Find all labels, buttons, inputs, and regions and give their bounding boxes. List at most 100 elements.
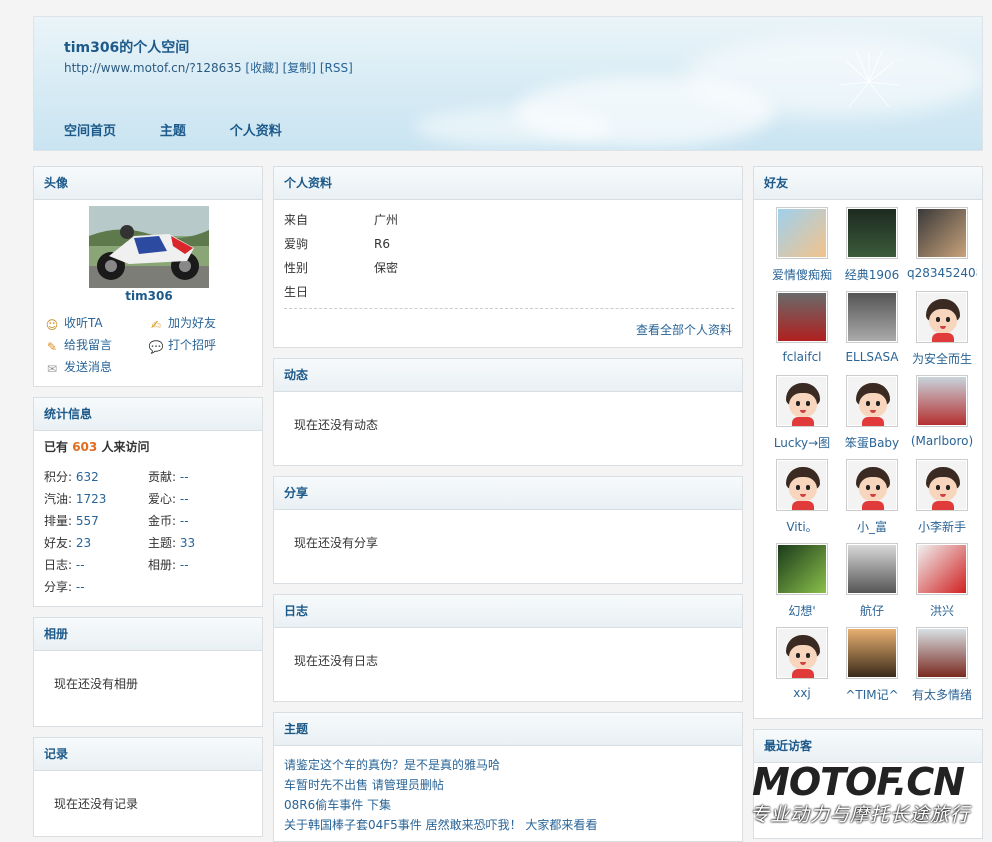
space-url-line: http://www.motof.cn/?128635 [收藏] [复制] [R… (64, 59, 353, 76)
stat-item: 分享: -- (44, 580, 85, 594)
thread-link[interactable]: 关于韩国棒子套04F5事件 居然敢来恐吓我！ 大家都来看看 (284, 816, 597, 833)
profile-row: 来自 广州 (284, 213, 399, 227)
copy-link[interactable]: [复制] (283, 61, 316, 75)
friend-name[interactable]: Lucky→图 (767, 434, 837, 451)
nav-profile[interactable]: 个人资料 (230, 124, 282, 139)
friend-item[interactable]: 洪兴 (907, 543, 977, 619)
friend-name[interactable]: 笨蛋Baby (837, 434, 907, 451)
friend-name[interactable]: 经典1906 (837, 266, 907, 283)
friend-name[interactable]: 有太多情绪 (907, 686, 977, 703)
send-message-button[interactable]: ✉ 发送消息 (44, 358, 112, 376)
rss-link[interactable]: [RSS] (320, 61, 353, 75)
stat-item: 相册: -- (148, 558, 189, 572)
avatar-name[interactable]: tim306 (34, 289, 264, 303)
feed-box: 动态 现在还没有动态 (273, 358, 743, 466)
friend-item[interactable]: 为安全而生 (907, 291, 977, 367)
friend-name[interactable]: xxj (767, 686, 837, 700)
thread-link[interactable]: 请鉴定这个车的真伪？是不是真的雅马哈 (284, 756, 500, 773)
speech-bubble-icon: 💬 (148, 340, 164, 354)
friend-item[interactable]: 有太多情绪 (907, 627, 977, 703)
friend-avatar[interactable] (846, 459, 898, 511)
friend-avatar[interactable] (776, 207, 828, 259)
friend-name[interactable]: 小_富 (837, 518, 907, 535)
thread-heading: 主题 (274, 713, 742, 746)
friend-avatar[interactable] (916, 627, 968, 679)
friend-item[interactable]: (Marlboro) (907, 375, 977, 448)
friend-avatar[interactable] (776, 459, 828, 511)
leave-message-button[interactable]: ✎ 给我留言 (44, 336, 112, 354)
profile-row: 生日 (284, 285, 309, 299)
friend-name[interactable]: ELLSASA (837, 350, 907, 364)
friend-item[interactable]: 笨蛋Baby (837, 375, 907, 451)
friend-name[interactable]: 爱情傻痴痴 (767, 266, 837, 283)
friend-name[interactable]: Viti。 (767, 518, 837, 535)
friend-item[interactable]: Viti。 (767, 459, 837, 535)
nav-home[interactable]: 空间首页 (64, 124, 116, 139)
friend-item[interactable]: ^TIM记^ (837, 627, 907, 703)
friend-name[interactable]: fclaifcl (767, 350, 837, 364)
greet-button[interactable]: 💬 打个招呼 (148, 336, 217, 354)
add-friend-button[interactable]: ✍ 加为好友 (148, 314, 216, 332)
friend-avatar[interactable] (776, 627, 828, 679)
space-url[interactable]: http://www.motof.cn/?128635 (64, 61, 242, 75)
blog-heading: 日志 (274, 595, 742, 628)
friend-item[interactable]: ELLSASA (837, 291, 907, 364)
stats-heading: 统计信息 (34, 398, 262, 431)
nav-threads[interactable]: 主题 (160, 124, 186, 139)
friend-name[interactable]: 小李新手 (907, 518, 977, 535)
profile-heading: 个人资料 (274, 167, 742, 200)
friend-name[interactable]: 为安全而生 (907, 350, 977, 367)
space-title: tim306的个人空间 (64, 40, 190, 56)
friend-name[interactable]: (Marlboro) (907, 434, 977, 448)
friend-item[interactable]: 幻想' (767, 543, 837, 619)
friend-item[interactable]: Lucky→图 (767, 375, 837, 451)
friend-avatar[interactable] (846, 291, 898, 343)
space-header: tim306的个人空间 http://www.motof.cn/?128635 … (33, 16, 983, 151)
friend-avatar[interactable] (776, 375, 828, 427)
friend-avatar[interactable] (776, 291, 828, 343)
friend-avatar[interactable] (846, 207, 898, 259)
friend-name[interactable]: q283452408 (907, 266, 977, 280)
space-nav: 空间首页 主题 个人资料 (64, 120, 322, 139)
stat-item: 主题: 33 (148, 536, 196, 550)
friend-item[interactable]: 小_富 (837, 459, 907, 535)
friend-avatar[interactable] (916, 375, 968, 427)
friend-avatar[interactable] (916, 459, 968, 511)
album-heading: 相册 (34, 618, 262, 651)
thread-link[interactable]: 08R6偷车事件 下集 (284, 796, 391, 813)
view-full-profile-link[interactable]: 查看全部个人资料 (636, 321, 732, 338)
friend-avatar[interactable] (846, 375, 898, 427)
friend-name[interactable]: 幻想' (767, 602, 837, 619)
friend-avatar[interactable] (846, 627, 898, 679)
follow-button[interactable]: ☺ 收听TA (44, 314, 103, 332)
share-heading: 分享 (274, 477, 742, 510)
record-empty: 现在还没有记录 (54, 797, 139, 811)
thread-link[interactable]: 车暂时先不出售 请管理员删帖 (284, 776, 444, 793)
friend-avatar[interactable] (916, 207, 968, 259)
stat-item: 排量: 557 (44, 514, 99, 528)
friend-avatar[interactable] (916, 291, 968, 343)
album-box: 相册 现在还没有相册 (33, 617, 263, 727)
friend-item[interactable]: fclaifcl (767, 291, 837, 364)
handshake-icon: ✍ (150, 318, 162, 332)
avatar[interactable] (89, 206, 209, 288)
fav-link[interactable]: [收藏] (245, 61, 278, 75)
friend-item[interactable]: 航仔 (837, 543, 907, 619)
friend-name[interactable]: 航仔 (837, 602, 907, 619)
friend-item[interactable]: 经典1906 (837, 207, 907, 283)
friend-item[interactable]: 爱情傻痴痴 (767, 207, 837, 283)
friend-item[interactable]: 小李新手 (907, 459, 977, 535)
stat-item: 爱心: -- (148, 492, 189, 506)
record-box: 记录 现在还没有记录 (33, 737, 263, 837)
friend-avatar[interactable] (776, 543, 828, 595)
divider (284, 308, 734, 309)
friend-item[interactable]: q283452408 (907, 207, 977, 280)
friend-avatar[interactable] (916, 543, 968, 595)
friend-name[interactable]: 洪兴 (907, 602, 977, 619)
friend-name[interactable]: ^TIM记^ (837, 686, 907, 703)
friend-avatar[interactable] (846, 543, 898, 595)
friends-heading: 好友 (754, 167, 982, 200)
avatar-heading: 头像 (34, 167, 262, 200)
friend-item[interactable]: xxj (767, 627, 837, 700)
avatar-box: 头像 tim306 ☺ 收听TA ✍ 加为好友 ✎ 给我留言 💬 打个招呼 ✉ 发送消息 (33, 166, 263, 387)
